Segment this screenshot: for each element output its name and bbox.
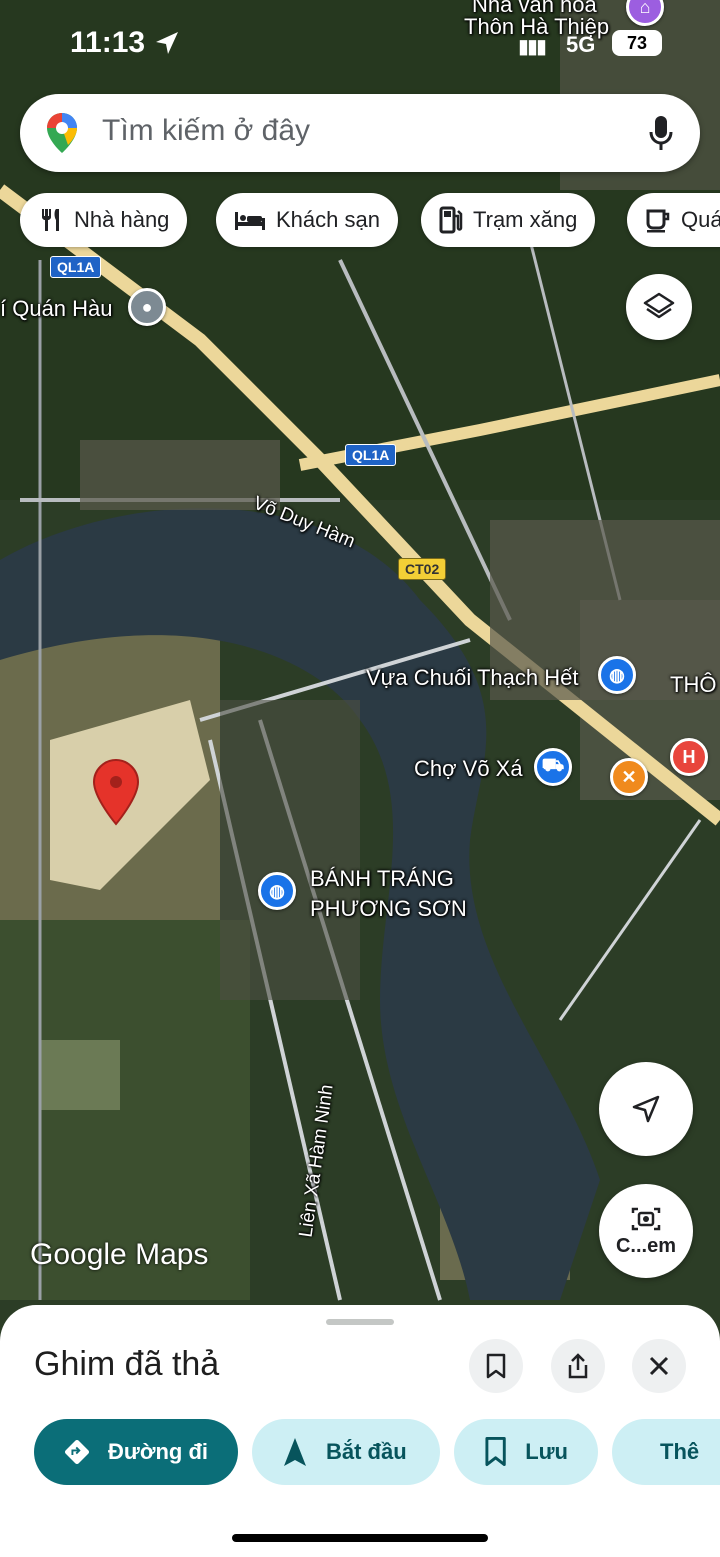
share-icon [568, 1353, 588, 1379]
close-button[interactable] [632, 1339, 686, 1393]
map-label-banh-trang[interactable]: BÁNH TRÁNG [310, 866, 454, 892]
camera-icon [631, 1207, 661, 1230]
directions-label: Đường đi [108, 1439, 208, 1464]
shopping-bag-icon[interactable]: ◍ [598, 656, 636, 694]
battery-icon: 73 [612, 30, 662, 56]
fork-knife-icon [42, 209, 59, 231]
navigation-icon [284, 1438, 306, 1466]
map-label-banh-trang[interactable]: PHƯƠNG SƠN [310, 896, 467, 922]
share-button[interactable] [551, 1339, 605, 1393]
save-button[interactable]: Lưu [454, 1419, 598, 1485]
save-label: Lưu [525, 1439, 568, 1464]
microphone-icon[interactable] [648, 114, 674, 152]
camera-search-button[interactable]: C...em [599, 1184, 693, 1278]
signal-bars-icon: ▮▮▮ [518, 36, 547, 58]
category-chips: Nhà hàng Khách sạn Trạm xăng Quá [0, 193, 720, 247]
search-input[interactable]: Tìm kiếm ở đây [102, 114, 310, 148]
directions-icon [64, 1439, 90, 1465]
bed-icon [235, 212, 265, 230]
chip-label: Trạm xăng [473, 207, 578, 232]
directions-button[interactable]: Đường đi [34, 1419, 238, 1485]
chip-label: Quá [681, 207, 720, 232]
google-maps-logo: Google Maps [30, 1238, 209, 1271]
home-indicator [232, 1534, 488, 1542]
search-bar[interactable]: Tìm kiếm ở đây [20, 94, 700, 172]
chip-hotels[interactable]: Khách sạn [216, 193, 398, 247]
start-button[interactable]: Bắt đầu [252, 1419, 440, 1485]
sheet-title: Ghim đã thả [34, 1345, 220, 1383]
road-shield-ct02: CT02 [398, 558, 447, 580]
map-label-cho-vo-xa[interactable]: Chợ Võ Xá [414, 756, 523, 782]
chip-label: Khách sạn [276, 207, 380, 232]
chip-restaurants[interactable]: Nhà hàng [20, 193, 188, 247]
layers-icon [643, 292, 675, 319]
network-type: 5G [566, 32, 596, 57]
shopping-cart-icon[interactable]: ⛟ [534, 748, 572, 786]
fuel-icon [439, 206, 463, 234]
chip-gas-stations[interactable]: Trạm xăng [421, 193, 596, 247]
add-label-button[interactable]: Thê [612, 1419, 720, 1485]
navigation-arrow-icon [632, 1095, 660, 1123]
camera-label: C...em [615, 1234, 677, 1257]
dropped-pin-icon[interactable] [92, 758, 140, 826]
drag-handle[interactable] [326, 1319, 394, 1325]
road-shield-ql1a: QL1A [345, 444, 397, 466]
place-bottom-sheet[interactable]: Ghim đã thả Đường đi Bắt đầu Lưu Thê [0, 1305, 720, 1557]
my-location-button[interactable] [599, 1062, 693, 1156]
map-label-vua-chuoi[interactable]: Vựa Chuối Thạch Hết [366, 665, 578, 691]
place-marker-icon[interactable]: ● [128, 288, 166, 326]
chip-label: Nhà hàng [74, 207, 170, 232]
start-label: Bắt đầu [326, 1439, 407, 1464]
shopping-bag-icon[interactable]: ◍ [258, 872, 296, 910]
bookmark-icon [485, 1437, 506, 1467]
map-label-tho: THÔ [670, 672, 717, 697]
close-icon [649, 1356, 669, 1376]
chip-cafes[interactable]: Quá [627, 193, 720, 247]
bookmark-icon [486, 1353, 506, 1379]
coffee-icon [646, 209, 670, 233]
bookmark-button[interactable] [469, 1339, 523, 1393]
restaurant-icon[interactable]: ✕ [610, 758, 648, 796]
google-maps-pin-icon [47, 113, 77, 153]
location-arrow-icon [156, 32, 178, 54]
hospital-icon[interactable]: H [670, 738, 708, 776]
status-bar: 11:13 ▮▮▮ 5G 73 [0, 22, 720, 66]
road-shield-ql1a: QL1A [50, 256, 102, 278]
map-label-quan-hau[interactable]: í Quán Hàu [0, 296, 113, 322]
add-label-label: Thê [660, 1439, 700, 1464]
clock: 11:13 [70, 26, 146, 59]
layers-button[interactable] [626, 274, 692, 340]
